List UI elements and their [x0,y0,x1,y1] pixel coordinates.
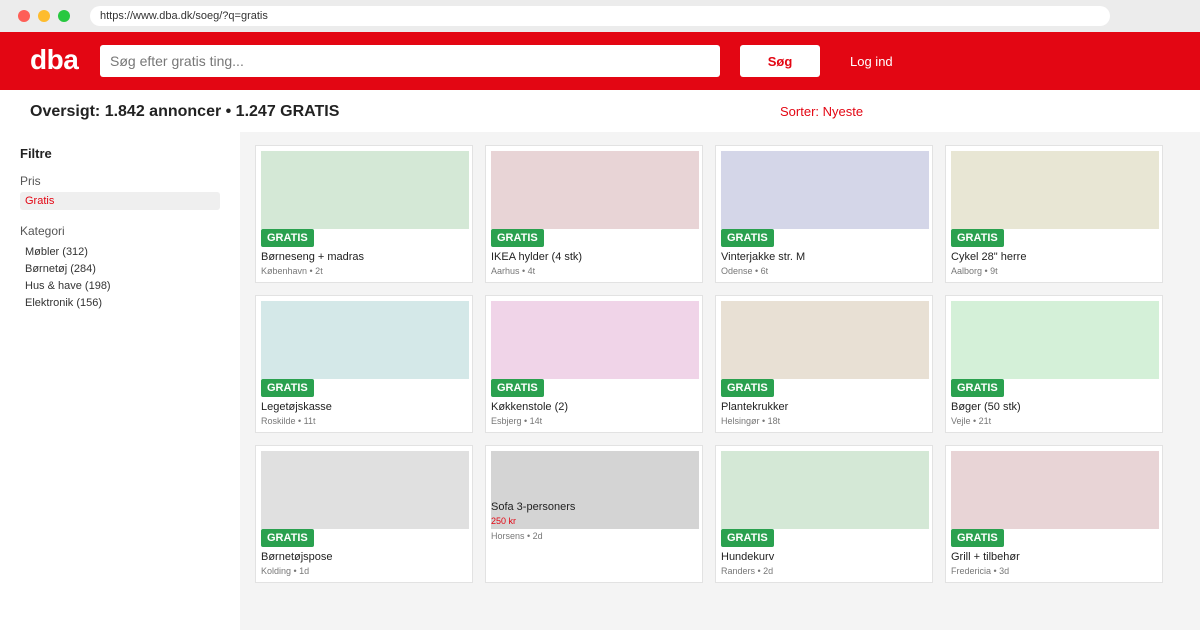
listing-card[interactable]: GRATIS Cykel 28" herre Aalborg • 9t [945,145,1163,283]
filters-heading: Filtre [20,146,52,161]
listing-title[interactable]: Bøger (50 stk) [951,401,1021,413]
listing-title[interactable]: Legetøjskasse [261,401,332,413]
search-input[interactable] [100,45,720,77]
listing-card[interactable]: GRATIS Hundekurv Randers • 2d [715,445,933,583]
listing-card[interactable]: GRATIS Bøger (50 stk) Vejle • 21t [945,295,1163,433]
gratis-badge: GRATIS [951,529,1004,547]
minimize-window-button[interactable] [38,10,50,22]
listing-image[interactable] [721,151,929,229]
sort-dropdown[interactable]: Sorter: Nyeste [780,104,863,120]
price-filter-label: Pris [20,174,41,188]
listing-image[interactable] [261,301,469,379]
listing-meta: Aalborg • 9t [951,266,998,276]
listing-card[interactable]: GRATIS Børnetøjspose Kolding • 1d [255,445,473,583]
gratis-badge: GRATIS [261,229,314,247]
listing-card[interactable]: GRATIS Legetøjskasse Roskilde • 11t [255,295,473,433]
listing-meta: Roskilde • 11t [261,416,316,426]
address-bar[interactable]: https://www.dba.dk/soeg/?q=gratis [90,6,1110,26]
gratis-badge: GRATIS [261,529,314,547]
listing-meta: Vejle • 21t [951,416,992,426]
listing-price: 250 kr [491,516,517,526]
listing-card[interactable]: Sofa 3-personers 250 kr Horsens • 2d [485,445,703,583]
listing-meta: Randers • 2d [721,566,774,576]
listing-meta: København • 2t [261,266,323,276]
filter-sidebar: Filtre Pris Gratis Kategori Møbler (312)… [0,132,240,630]
listing-meta: Aarhus • 4t [491,266,536,276]
category-item-bornetoj[interactable]: Børnetøj (284) [25,261,111,278]
category-item-hus-have[interactable]: Hus & have (198) [25,278,111,295]
listing-title[interactable]: Cykel 28" herre [951,251,1026,263]
listing-image[interactable] [261,151,469,229]
listing-meta: Horsens • 2d [491,531,543,541]
listing-title[interactable]: IKEA hylder (4 stk) [491,251,582,263]
login-link[interactable]: Log ind [850,54,893,70]
gratis-badge: GRATIS [721,529,774,547]
listing-title[interactable]: Vinterjakke str. M [721,251,805,263]
gratis-badge: GRATIS [261,379,314,397]
gratis-badge: GRATIS [491,379,544,397]
gratis-badge: GRATIS [491,229,544,247]
listing-title[interactable]: Børnetøjspose [261,551,333,563]
listings-grid: GRATIS Børneseng + madras København • 2t… [240,132,1200,630]
listing-image[interactable] [951,451,1159,529]
listing-card[interactable]: GRATIS Børneseng + madras København • 2t [255,145,473,283]
listing-image[interactable] [721,451,929,529]
listing-card[interactable]: GRATIS Grill + tilbehør Fredericia • 3d [945,445,1163,583]
listing-image[interactable] [491,151,699,229]
gratis-badge: GRATIS [721,229,774,247]
close-window-button[interactable] [18,10,30,22]
listing-card[interactable]: GRATIS IKEA hylder (4 stk) Aarhus • 4t [485,145,703,283]
category-item-mobler[interactable]: Møbler (312) [25,244,111,261]
gratis-badge: GRATIS [721,379,774,397]
listing-card[interactable]: GRATIS Vinterjakke str. M Odense • 6t [715,145,933,283]
listing-title[interactable]: Køkkenstole (2) [491,401,568,413]
listing-title[interactable]: Plantekrukker [721,401,788,413]
listing-meta: Helsingør • 18t [721,416,781,426]
category-item-elektronik[interactable]: Elektronik (156) [25,295,111,312]
listing-image[interactable] [951,151,1159,229]
results-summary: Oversigt: 1.842 annoncer • 1.247 GRATIS [30,103,340,120]
search-button[interactable]: Søg [740,45,820,77]
category-list: Møbler (312) Børnetøj (284) Hus & have (… [25,244,111,312]
listing-title[interactable]: Grill + tilbehør [951,551,1020,563]
price-filter-gratis[interactable]: Gratis [20,192,220,210]
listing-meta: Kolding • 1d [261,566,310,576]
listing-meta: Fredericia • 3d [951,566,1010,576]
listing-image[interactable] [721,301,929,379]
listing-image[interactable] [951,301,1159,379]
listing-meta: Odense • 6t [721,266,769,276]
gratis-badge: GRATIS [951,229,1004,247]
listing-meta: Esbjerg • 14t [491,416,543,426]
listing-image[interactable] [261,451,469,529]
listing-title[interactable]: Børneseng + madras [261,251,364,263]
listing-title[interactable]: Sofa 3-personers [491,501,575,513]
site-header: dba Søg Log ind [0,32,1200,90]
listing-image[interactable] [491,451,699,529]
category-filter-label: Kategori [20,224,65,238]
listing-image[interactable] [491,301,699,379]
gratis-badge: GRATIS [951,379,1004,397]
maximize-window-button[interactable] [58,10,70,22]
dba-logo[interactable]: dba [30,45,79,75]
listing-card[interactable]: GRATIS Køkkenstole (2) Esbjerg • 14t [485,295,703,433]
listing-card[interactable]: GRATIS Plantekrukker Helsingør • 18t [715,295,933,433]
browser-chrome: https://www.dba.dk/soeg/?q=gratis [0,0,1200,32]
listing-title[interactable]: Hundekurv [721,551,774,563]
